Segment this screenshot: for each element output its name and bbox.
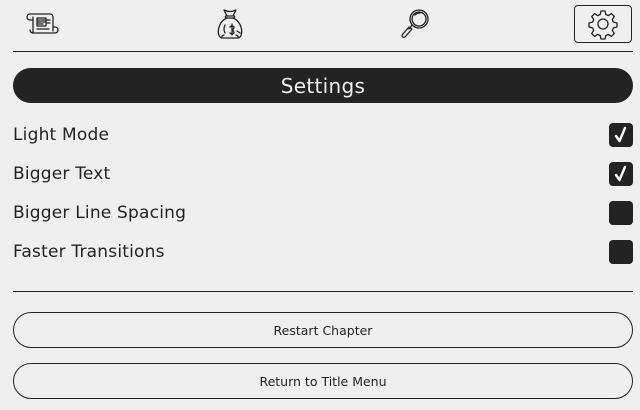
option-label: Faster Transitions [13,242,165,262]
settings-tab-button[interactable] [574,5,632,43]
scroll-icon [26,13,59,34]
gear-icon [588,10,618,40]
return-to-title-menu-button[interactable]: Return to Title Menu [13,363,633,399]
option-bigger-text: Bigger Text [13,160,633,188]
option-bigger-line-spacing: Bigger Line Spacing [13,199,633,227]
investigate-tab-button[interactable] [386,5,444,43]
settings-title: Settings [13,68,633,103]
magnifying-glass-icon [401,9,429,38]
restart-chapter-button[interactable]: Restart Chapter [13,312,633,348]
top-divider [13,51,633,52]
money-bag-icon [217,9,243,39]
bigger-line-spacing-checkbox[interactable] [609,201,633,225]
checkmark-icon [614,126,627,143]
bigger-text-checkbox[interactable] [609,162,633,186]
scroll-tab-button[interactable] [13,5,71,43]
option-label: Bigger Line Spacing [13,203,187,223]
inventory-tab-button[interactable] [201,5,259,43]
option-light-mode: Light Mode [13,121,633,149]
bottom-divider [13,291,633,292]
light-mode-checkbox[interactable] [609,123,633,147]
faster-transitions-checkbox[interactable] [609,240,633,264]
checkmark-icon [614,165,627,182]
option-faster-transitions: Faster Transitions [13,238,633,266]
option-label: Bigger Text [13,164,111,184]
top-toolbar [0,0,640,50]
option-label: Light Mode [13,125,110,145]
